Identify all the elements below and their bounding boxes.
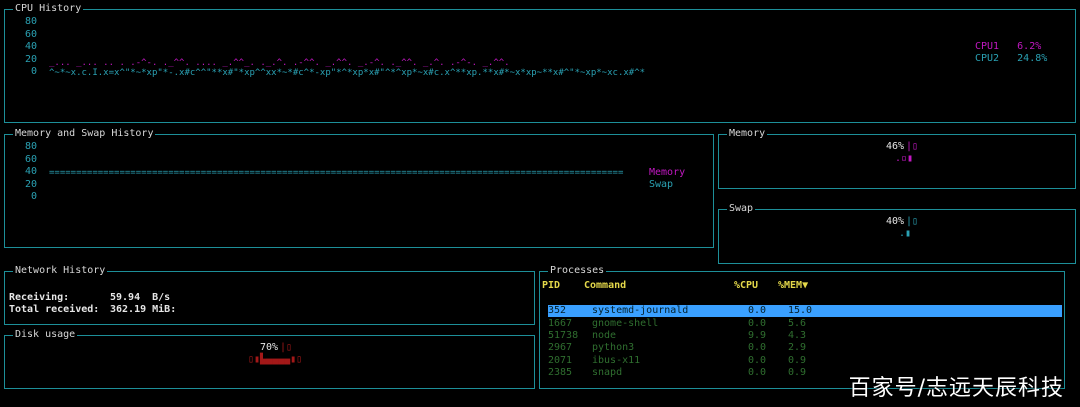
process-command: ibus-x11 [592,354,641,366]
watermark: 百家号/志远天辰科技 [848,376,1064,401]
cpu-y-axis: 80 60 40 20 0 [21,16,37,79]
swap-legend-entry: Swap [649,179,674,190]
cpu-history-title: CPU History [13,3,84,15]
process-command: systemd-journald [592,305,748,318]
col-pid[interactable]: PID [542,280,584,292]
process-cpu: 0.0 [748,354,767,366]
process-command: node [592,329,617,341]
process-cpu: 0.0 [748,305,788,318]
process-mem: 4.3 [788,329,807,341]
cpu-axis-60: 60 [24,28,37,40]
process-mem: 15.0 [788,305,1062,318]
table-row[interactable]: 2071 ibus-x11 0.0 0.9 [548,355,1062,367]
process-mem: 5.6 [788,317,807,329]
cpu-axis-80: 80 [24,16,37,27]
process-rows: 352 systemd-journald 0.0 15.0 1667 gnome… [548,305,1062,379]
process-pid: 2385 [548,367,573,379]
swap-panel: Swap 40% |▯ .▮ [718,203,1076,264]
network-history-panel: Network History Receiving: 59.94 B/s Tot… [4,265,535,325]
total-received-label: Total received: [9,304,100,315]
cpu-axis-0: 0 [30,66,37,77]
process-cpu: 0.0 [748,367,767,379]
memory-percent: 46% [886,141,905,152]
disk-usage-panel: Disk usage 70% |▯ ▯▮▙▄▄▄▄▮▯ [4,329,535,389]
cpu2-sparkline: ^~*~x.c.I.x=x^"*~*xp"*-.x#c^^"**x#"*xp^^… [49,68,646,78]
process-mem: 2.9 [788,342,807,354]
receiving-value: 59.94 B/s [110,292,171,303]
receiving-label: Receiving: [9,292,70,303]
disk-bar-base: ▯▮▙▄▄▄▄▮▯ [248,354,303,365]
processes-title: Processes [548,265,607,277]
mem-axis-20: 20 [24,178,37,190]
mem-axis-60: 60 [24,153,37,165]
memory-sparkline: ========================================… [49,168,624,178]
disk-usage-title: Disk usage [13,329,78,341]
memory-swap-history-title: Memory and Swap History [13,128,156,140]
memory-legend-entry: Memory [649,167,686,178]
cpu-legend: CPU1 6.2% CPU2 24.8% [975,41,1047,65]
mem-axis-0: 0 [30,191,37,202]
cpu1-legend-entry: CPU1 6.2% [975,41,1047,53]
swap-percent: 40% [886,216,905,227]
total-received-value: 362.19 MiB: [110,304,177,315]
table-row[interactable]: 352 systemd-journald 0.0 15.0 [548,305,1062,318]
mem-y-axis: 80 60 40 20 0 [21,141,37,204]
memory-bar-icon: |▯ [906,141,919,152]
memory-swap-legend: Memory Swap [649,167,685,191]
table-row[interactable]: 1667 gnome-shell 0.0 5.6 [548,317,1062,329]
processes-panel: Processes PID Command %CPU %MEM▼ 352 sys… [539,265,1065,389]
process-cpu: 0.0 [748,317,767,329]
cpu1-legend-value: 6.2% [1017,41,1042,52]
process-command: gnome-shell [592,317,659,329]
swap-title: Swap [727,203,756,215]
process-cpu: 0.0 [748,342,767,354]
memory-title: Memory [727,128,768,140]
col-cpu[interactable]: %CPU [734,280,778,292]
cpu-axis-20: 20 [24,53,37,65]
col-mem[interactable]: %MEM▼ [778,280,1062,292]
process-command: python3 [592,342,635,354]
cpu2-legend-value: 24.8% [1017,53,1048,64]
process-table-header: PID Command %CPU %MEM▼ [542,280,1062,292]
col-command[interactable]: Command [584,280,734,292]
cpu2-legend-label: CPU2 [975,53,1000,64]
cpu-axis-40: 40 [24,41,37,52]
process-cpu: 9.9 [748,329,767,341]
process-mem: 0.9 [788,354,807,366]
swap-bar-icon: |▯ [906,216,919,227]
memory-bar-base: .▫▮ [895,153,914,164]
cpu2-legend-entry: CPU2 24.8% [975,53,1047,65]
process-pid: 1667 [548,317,573,329]
process-pid: 352 [548,305,592,318]
table-row[interactable]: 2967 python3 0.0 2.9 [548,342,1062,354]
memory-swap-history-panel: Memory and Swap History 80 60 40 20 0 ==… [4,128,714,248]
process-pid: 2967 [548,342,573,354]
process-pid: 51738 [548,329,579,341]
table-row[interactable]: 51738 node 9.9 4.3 [548,330,1062,342]
memory-panel: Memory 46% |▯ .▫▮ [718,128,1076,189]
process-table-spacer [542,292,1062,298]
network-history-title: Network History [13,265,108,277]
process-command: snapd [592,367,623,379]
disk-bar-icon: |▯ [280,342,293,353]
swap-bar-base: .▮ [899,228,912,239]
mem-axis-40: 40 [24,166,37,177]
process-table: PID Command %CPU %MEM▼ [542,280,1062,298]
cpu-history-panel: CPU History 80 60 40 20 0 _... _... .. .… [4,3,1076,123]
mem-axis-80: 80 [24,141,37,152]
process-pid: 2071 [548,354,573,366]
cpu1-legend-label: CPU1 [975,41,1000,52]
disk-percent: 70% [260,342,279,353]
